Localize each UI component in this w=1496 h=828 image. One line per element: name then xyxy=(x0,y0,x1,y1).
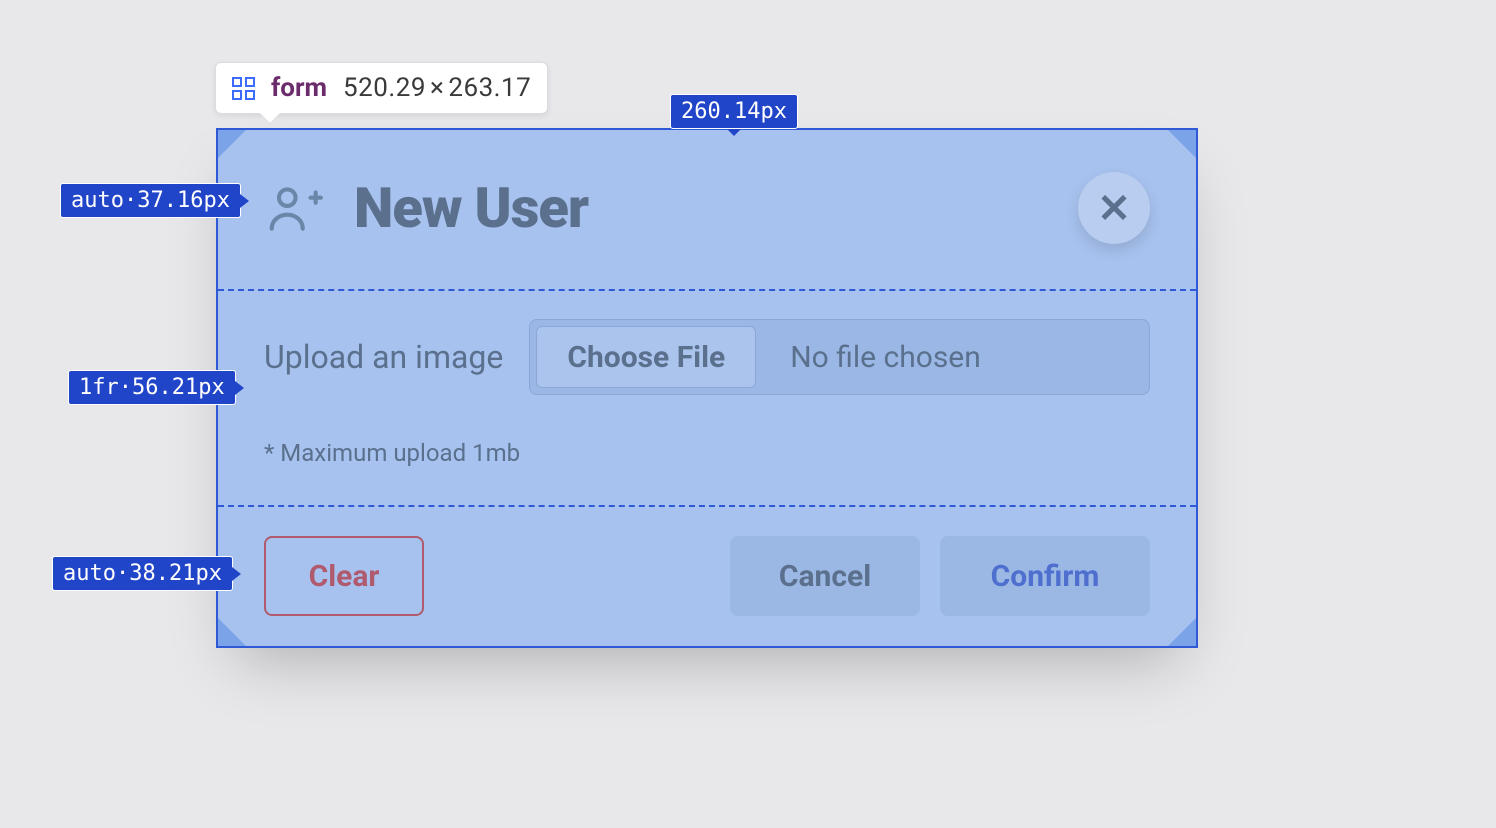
form-footer: Clear Cancel Confirm xyxy=(264,506,1150,616)
user-plus-icon xyxy=(264,177,326,239)
inspector-tooltip: form 520.29×263.17 xyxy=(215,62,548,114)
resize-handle-bl xyxy=(218,618,246,646)
clear-button[interactable]: Clear xyxy=(264,536,424,616)
tooltip-tag: form xyxy=(271,73,327,103)
new-user-form: New User ✕ Upload an image Choose File N… xyxy=(216,128,1198,648)
close-button[interactable]: ✕ xyxy=(1078,172,1150,244)
file-status-text: No file chosen xyxy=(762,320,1149,394)
tooltip-height: 263.17 xyxy=(448,73,531,103)
confirm-button[interactable]: Confirm xyxy=(940,536,1150,616)
grid-column-badge: 260.14px xyxy=(670,94,798,129)
grid-row1-badge: auto·37.16px xyxy=(60,183,241,218)
grid-row3-badge: auto·38.21px xyxy=(52,556,233,591)
file-input[interactable]: Choose File No file chosen xyxy=(529,319,1150,395)
form-body: Upload an image Choose File No file chos… xyxy=(264,290,1150,506)
form-title: New User xyxy=(354,175,1050,241)
grid-icon xyxy=(232,77,255,100)
resize-handle-tr xyxy=(1168,130,1196,158)
cancel-button[interactable]: Cancel xyxy=(730,536,920,616)
upload-row: Upload an image Choose File No file chos… xyxy=(264,319,1150,395)
upload-label: Upload an image xyxy=(264,338,503,376)
close-icon: ✕ xyxy=(1097,185,1131,232)
upload-hint: * Maximum upload 1mb xyxy=(264,439,1150,467)
grid-row2-badge: 1fr·56.21px xyxy=(68,370,236,405)
choose-file-button[interactable]: Choose File xyxy=(536,326,756,388)
tooltip-width: 520.29 xyxy=(343,73,426,103)
tooltip-dimensions: 520.29×263.17 xyxy=(343,73,531,103)
resize-handle-tl xyxy=(218,130,246,158)
form-header: New User ✕ xyxy=(264,172,1150,290)
resize-handle-br xyxy=(1168,618,1196,646)
